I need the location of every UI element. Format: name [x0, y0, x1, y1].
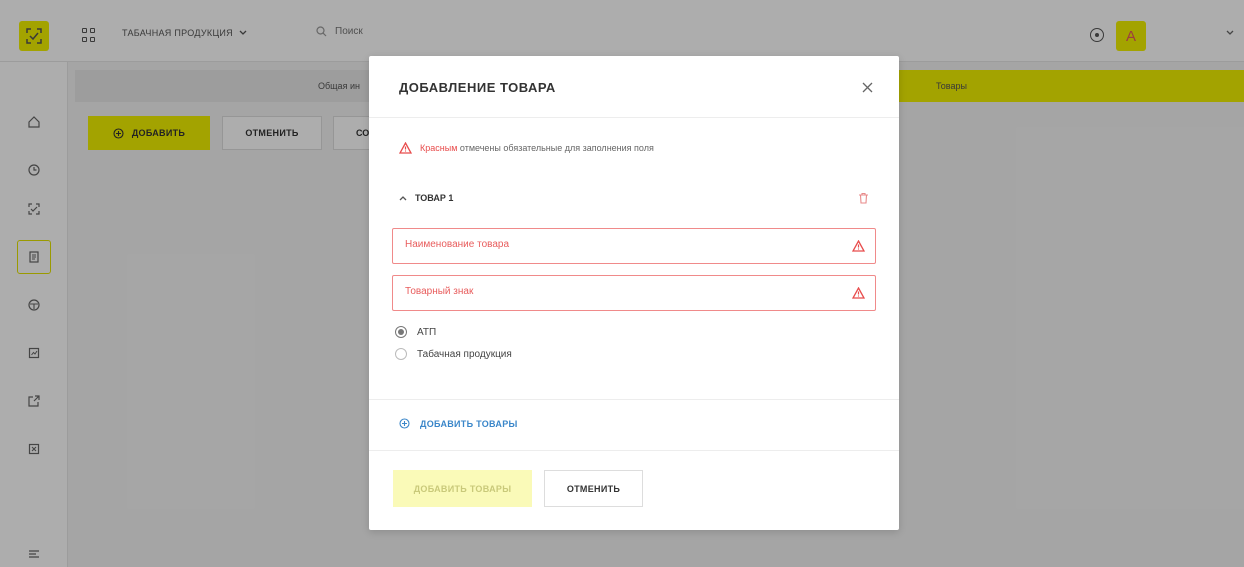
divider: [369, 450, 899, 451]
required-fields-notice: Красным отмечены обязательные для заполн…: [399, 142, 654, 154]
close-button[interactable]: [859, 79, 875, 95]
trash-icon[interactable]: [858, 192, 869, 204]
add-product-modal: ДОБАВЛЕНИЕ ТОВАРА Красным отмечены обяза…: [369, 56, 899, 530]
field-warning-icon: [852, 240, 865, 252]
item-collapse-toggle[interactable]: ТОВАР 1: [399, 193, 453, 203]
radio-option-atp[interactable]: АТП: [395, 326, 436, 338]
warning-icon: [399, 142, 412, 154]
add-more-products-link[interactable]: ДОБАВИТЬ ТОВАРЫ: [399, 418, 518, 429]
item-title: ТОВАР 1: [415, 193, 454, 203]
modal-cancel-button[interactable]: ОТМЕНИТЬ: [544, 470, 643, 507]
product-name-field: [392, 228, 876, 264]
chevron-up-icon: [399, 196, 407, 201]
radio-option-tobacco[interactable]: Табачная продукция: [395, 348, 512, 360]
radio-button-checked[interactable]: [395, 326, 407, 338]
radio-label: АТП: [417, 326, 437, 338]
radio-label: Табачная продукция: [417, 348, 512, 360]
divider: [369, 117, 899, 118]
notice-red-word: Красным: [420, 143, 458, 153]
divider: [369, 399, 899, 400]
field-warning-icon: [852, 287, 865, 299]
close-icon: [862, 82, 872, 92]
radio-button[interactable]: [395, 348, 407, 360]
notice-text: отмечены обязательные для заполнения пол…: [459, 143, 654, 153]
product-name-input[interactable]: [405, 239, 825, 250]
submit-button[interactable]: ДОБАВИТЬ ТОВАРЫ: [393, 470, 532, 507]
add-more-label: ДОБАВИТЬ ТОВАРЫ: [420, 418, 518, 429]
plus-circle-icon: [399, 418, 410, 429]
trademark-field: [392, 275, 876, 311]
trademark-input[interactable]: [405, 286, 825, 297]
modal-title: ДОБАВЛЕНИЕ ТОВАРА: [399, 80, 556, 95]
